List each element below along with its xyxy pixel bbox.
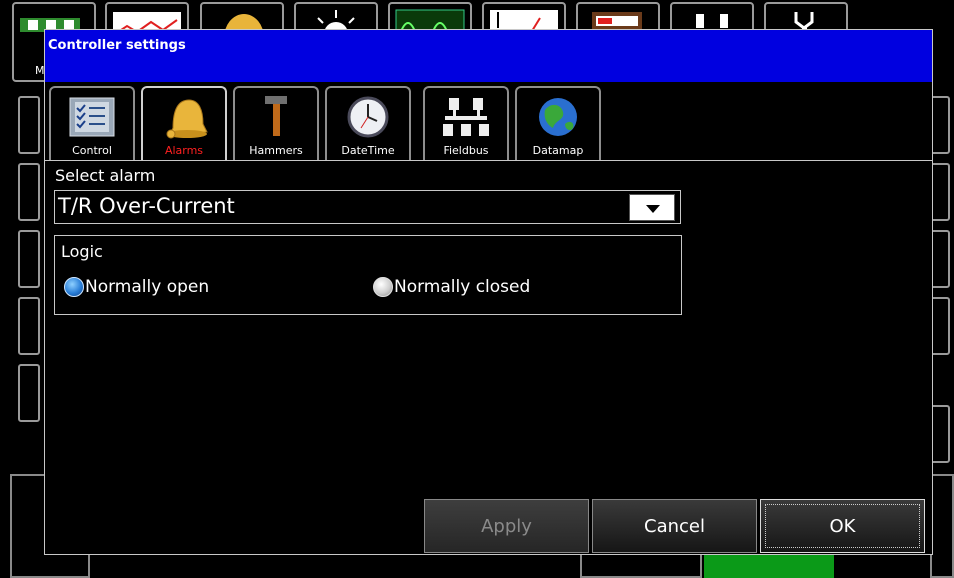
clock-icon <box>347 96 389 138</box>
select-alarm-label: Select alarm <box>55 166 156 185</box>
normally-closed-radio[interactable]: Normally closed <box>373 275 530 299</box>
tab-alarms-label: Alarms <box>164 144 204 157</box>
bottom-right-panel <box>930 474 954 578</box>
tab-datetime[interactable]: DateTime <box>325 86 411 160</box>
checklist-icon <box>69 97 115 137</box>
network-icon <box>443 98 489 136</box>
tab-fieldbus[interactable]: Fieldbus <box>423 86 509 160</box>
tab-alarms[interactable]: Alarms <box>141 86 227 160</box>
normally-closed-label: Normally closed <box>394 277 531 297</box>
left-side-button-5[interactable] <box>18 364 40 422</box>
dialog-title: Controller settings <box>45 30 932 82</box>
settings-tabs: Control Alarms Hammers DateTime Fieldbus… <box>45 84 932 161</box>
logic-group: Logic Normally open Normally closed <box>54 235 682 315</box>
left-side-button-4[interactable] <box>18 297 40 355</box>
ok-button[interactable]: OK <box>760 499 925 553</box>
left-side-button-3[interactable] <box>18 230 40 288</box>
cancel-button[interactable]: Cancel <box>592 499 757 553</box>
radio-selected-icon[interactable] <box>64 277 84 297</box>
tab-hammers[interactable]: Hammers <box>233 86 319 160</box>
apply-button[interactable]: Apply <box>424 499 589 553</box>
logic-legend: Logic <box>61 242 103 261</box>
tab-datamap-label: Datamap <box>532 144 584 157</box>
tab-fieldbus-label: Fieldbus <box>443 144 489 157</box>
select-alarm-dropdown[interactable]: T/R Over-Current <box>54 190 681 224</box>
tab-control[interactable]: Control <box>49 86 135 160</box>
bell-icon <box>166 99 208 139</box>
tab-control-label: Control <box>72 144 112 157</box>
left-side-button-2[interactable] <box>18 163 40 221</box>
select-alarm-value: T/R Over-Current <box>58 194 235 218</box>
normally-open-radio[interactable]: Normally open <box>64 275 209 299</box>
tab-datamap[interactable]: Datamap <box>515 86 601 160</box>
left-side-button-1[interactable] <box>18 96 40 154</box>
dropdown-arrow-icon[interactable] <box>629 194 675 221</box>
globe-icon <box>539 98 577 136</box>
tab-datetime-label: DateTime <box>341 144 395 157</box>
normally-open-label: Normally open <box>85 277 210 297</box>
hammer-icon <box>265 96 287 136</box>
radio-unselected-icon[interactable] <box>373 277 393 297</box>
controller-settings-dialog: Controller settings Control Alarms Hamme… <box>44 29 933 555</box>
tab-hammers-label: Hammers <box>249 144 303 157</box>
